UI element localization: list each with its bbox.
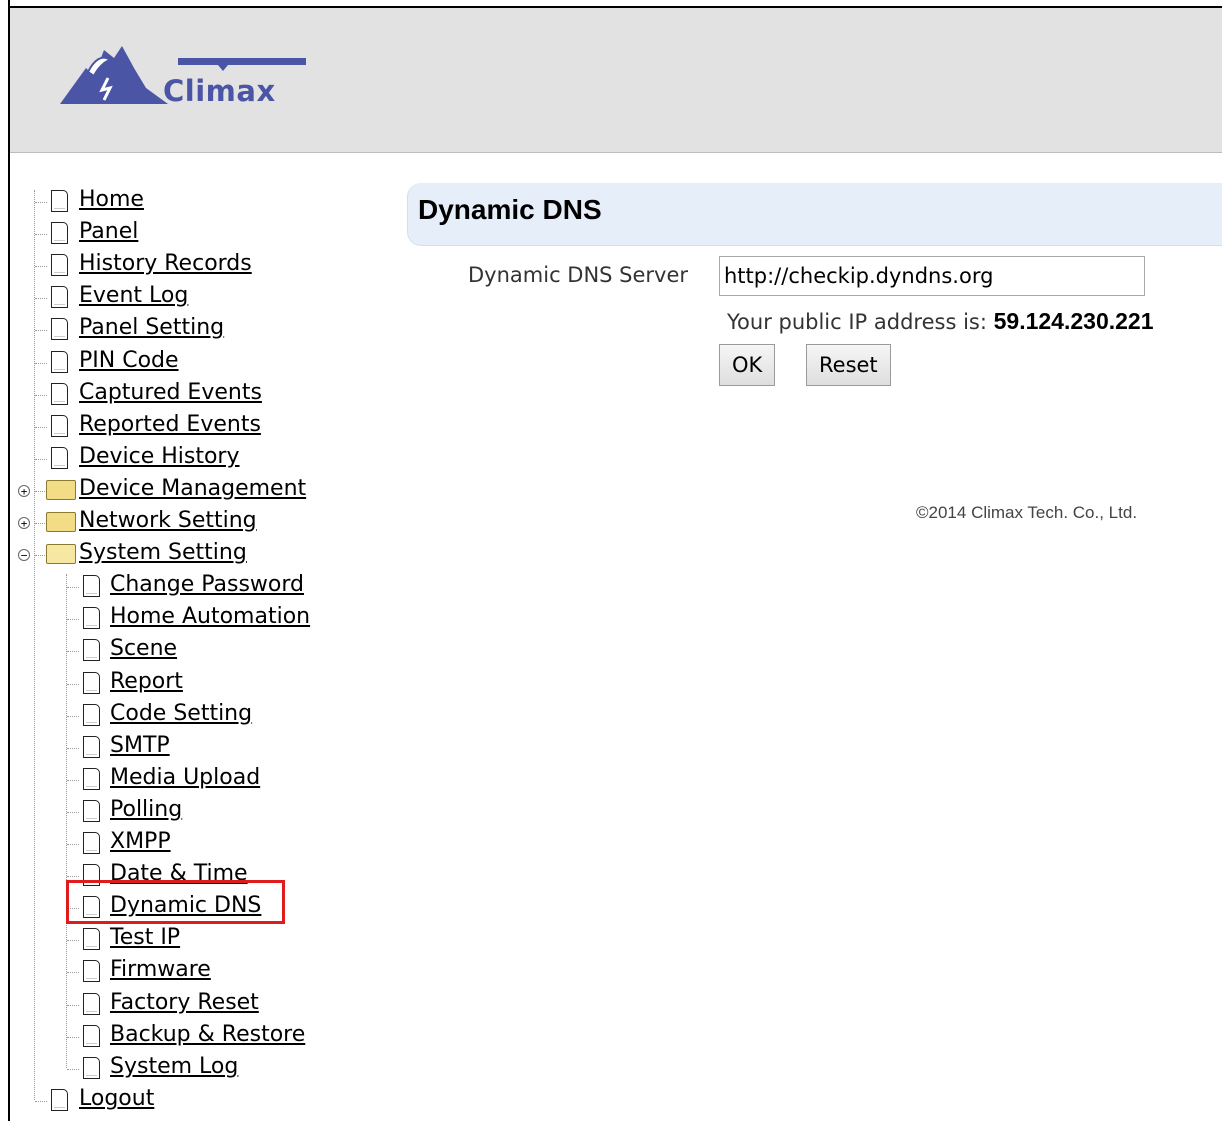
tree-connector — [35, 266, 47, 267]
public-ip-value: 59.124.230.221 — [993, 308, 1154, 334]
tree-connector — [67, 748, 79, 749]
document-icon — [83, 960, 100, 982]
public-ip-label: Your public IP address is: — [727, 310, 987, 334]
nav-link[interactable]: Backup & Restore — [110, 1022, 305, 1047]
tree-connector — [35, 427, 47, 428]
nav-link[interactable]: Polling — [110, 797, 182, 822]
tree-connector — [67, 651, 79, 652]
document-icon — [51, 222, 68, 244]
tree-connector — [67, 940, 79, 941]
tree-connector — [67, 876, 79, 877]
document-icon — [83, 928, 100, 950]
copyright-text: ©2014 Climax Tech. Co., Ltd. — [916, 503, 1138, 522]
nav-link[interactable]: Event Log — [79, 283, 188, 308]
highlight-box — [66, 880, 285, 924]
tree-connector — [67, 716, 79, 717]
nav-link[interactable]: Firmware — [110, 957, 211, 982]
tree-line-system — [66, 574, 67, 1068]
nav-link[interactable]: Reported Events — [79, 412, 261, 437]
document-icon — [83, 1025, 100, 1047]
document-icon — [83, 768, 100, 790]
page-title: Dynamic DNS — [418, 194, 602, 225]
nav-link[interactable]: PIN Code — [79, 348, 179, 373]
nav-link[interactable]: Network Setting — [79, 508, 257, 533]
nav-link[interactable]: Change Password — [110, 572, 304, 597]
nav-link[interactable]: History Records — [79, 251, 252, 276]
folder-icon — [46, 512, 76, 532]
document-icon — [83, 672, 100, 694]
document-icon — [83, 607, 100, 629]
tree-connector — [35, 330, 47, 331]
tree-connector — [35, 363, 47, 364]
nav-link[interactable]: Scene — [110, 636, 177, 661]
frame-border-left — [8, 0, 10, 1121]
tree-connector — [67, 972, 79, 973]
document-icon — [51, 318, 68, 340]
tree-connector — [35, 202, 47, 203]
dns-server-label: Dynamic DNS Server — [468, 263, 689, 287]
tree-connector — [67, 1005, 79, 1006]
document-icon — [83, 704, 100, 726]
nav-link[interactable]: Factory Reset — [110, 990, 259, 1015]
tree-connector — [67, 619, 79, 620]
tree-connector — [67, 812, 79, 813]
nav-link[interactable]: Logout — [79, 1086, 154, 1111]
nav-link[interactable]: System Setting — [79, 540, 247, 565]
collapse-icon[interactable]: − — [18, 549, 30, 561]
document-icon — [51, 190, 68, 212]
tree-connector — [35, 234, 47, 235]
expand-icon[interactable]: + — [18, 485, 30, 497]
logo-text: Climax — [163, 74, 276, 108]
nav-link[interactable]: Code Setting — [110, 701, 252, 726]
tree-connector — [67, 587, 79, 588]
document-icon — [51, 351, 68, 373]
document-icon — [83, 575, 100, 597]
document-icon — [51, 447, 68, 469]
nav-link[interactable]: Media Upload — [110, 765, 260, 790]
expand-icon[interactable]: + — [18, 517, 30, 529]
nav-link[interactable]: SMTP — [110, 733, 170, 758]
tree-connector — [67, 780, 79, 781]
nav-link[interactable]: System Log — [110, 1054, 238, 1079]
folder-open-icon — [46, 544, 76, 564]
document-icon — [51, 383, 68, 405]
document-icon — [83, 993, 100, 1015]
frame-border-top — [8, 6, 1222, 8]
tree-connector — [67, 1069, 79, 1070]
document-icon — [83, 639, 100, 661]
nav-link[interactable]: Device Management — [79, 476, 306, 501]
tree-connector — [35, 395, 47, 396]
document-icon — [51, 286, 68, 308]
tree-connector — [67, 1037, 79, 1038]
nav-link[interactable]: Panel Setting — [79, 315, 224, 340]
document-icon — [51, 1089, 68, 1111]
nav-link[interactable]: XMPP — [110, 829, 171, 854]
nav-link[interactable]: Panel — [79, 219, 138, 244]
public-ip-text: Your public IP address is: 59.124.230.22… — [727, 308, 1154, 335]
nav-link[interactable]: Home — [79, 187, 144, 212]
tree-line-root — [34, 190, 35, 1100]
nav-link[interactable]: Home Automation — [110, 604, 310, 629]
nav-link[interactable]: Captured Events — [79, 380, 262, 405]
nav-link[interactable]: Device History — [79, 444, 240, 469]
document-icon — [83, 736, 100, 758]
tree-connector — [35, 298, 47, 299]
document-icon — [83, 1057, 100, 1079]
folder-icon — [46, 480, 76, 500]
document-icon — [83, 832, 100, 854]
nav-link[interactable]: Report — [110, 669, 183, 694]
document-icon — [83, 800, 100, 822]
reset-button[interactable]: Reset — [806, 344, 891, 386]
document-icon — [51, 415, 68, 437]
document-icon — [51, 254, 68, 276]
tree-connector — [35, 1101, 47, 1102]
tree-connector — [67, 684, 79, 685]
nav-link[interactable]: Test IP — [110, 925, 180, 950]
tree-connector — [67, 844, 79, 845]
tree-connector — [35, 459, 47, 460]
dns-server-input[interactable] — [719, 256, 1145, 296]
ok-button[interactable]: OK — [719, 344, 776, 386]
